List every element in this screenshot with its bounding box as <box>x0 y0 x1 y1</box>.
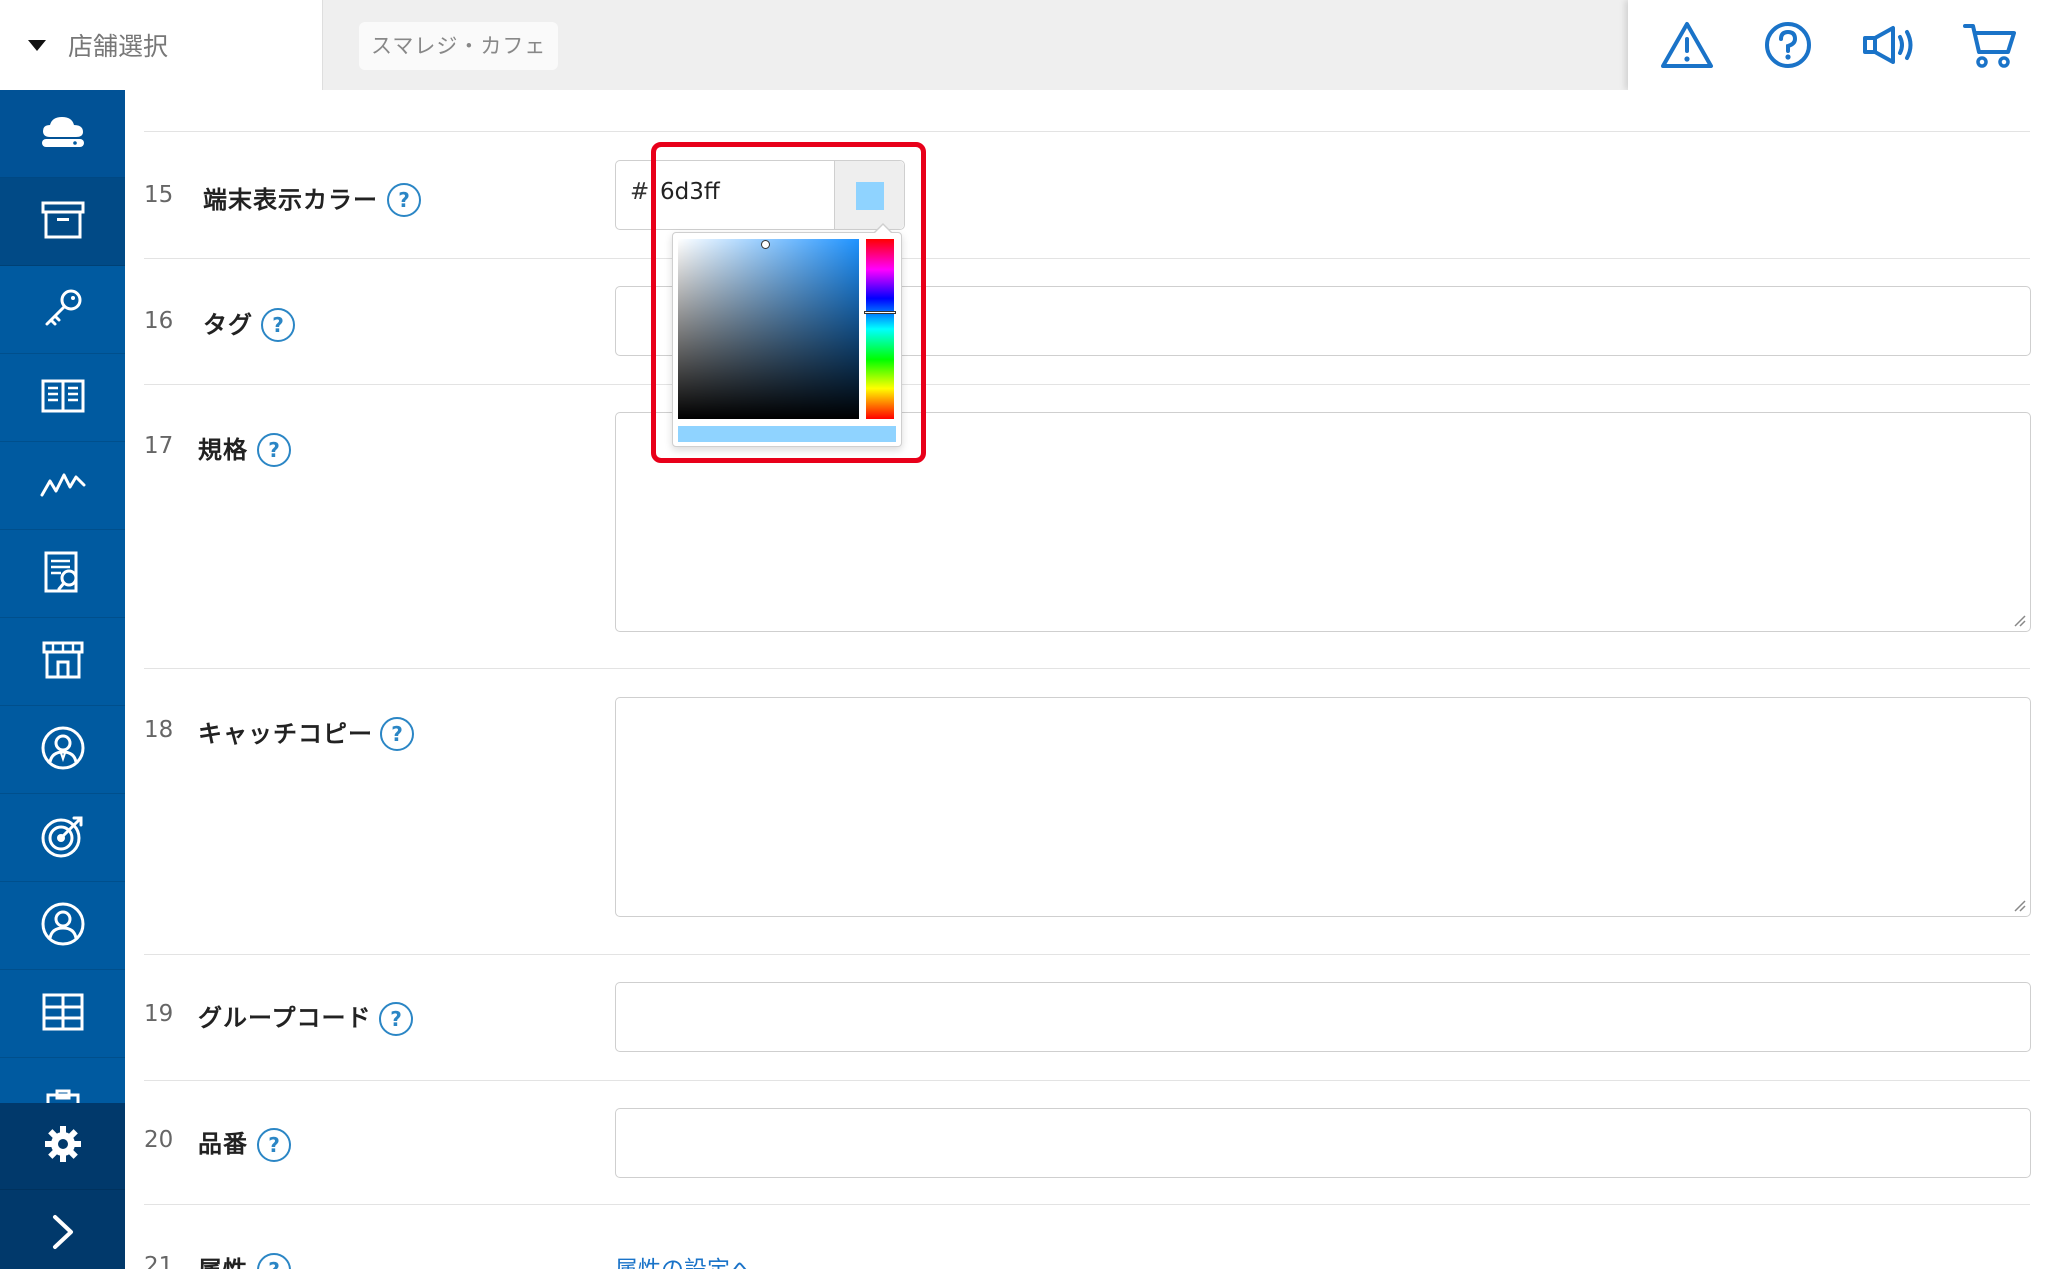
help-button-catch-copy[interactable]: ? <box>380 717 414 751</box>
hue-slider-handle[interactable] <box>864 311 896 314</box>
store-select-label: 店舗選択 <box>68 32 169 61</box>
row-number: 15 <box>144 182 174 208</box>
caret-down-icon <box>28 39 46 51</box>
sidebar-item-catalog[interactable] <box>0 354 125 442</box>
sidebar-item-reports[interactable] <box>0 530 125 618</box>
sidebar-item-home[interactable] <box>0 90 125 178</box>
sidebar-item-apps[interactable] <box>0 970 125 1058</box>
divider <box>144 668 2030 669</box>
staff-icon <box>40 725 86 775</box>
sidebar-item-settings[interactable] <box>0 1103 125 1190</box>
tenant-name: スマレジ・カフェ <box>359 22 559 70</box>
saturation-handle[interactable] <box>761 240 770 249</box>
popover-arrow-inner <box>874 225 892 234</box>
cloud-icon <box>40 115 86 153</box>
store-select-dropdown[interactable]: 店舗選択 <box>0 0 323 90</box>
item-number-input[interactable] <box>615 1108 2031 1178</box>
terminal-color-input[interactable]: 6d3ff <box>660 179 720 205</box>
field-label-terminal-color: 端末表示カラー <box>203 186 378 214</box>
divider <box>144 131 2030 132</box>
warning-icon[interactable] <box>1657 15 1717 75</box>
grid-icon <box>41 992 85 1036</box>
attribute-settings-link[interactable]: 属性の設定へ <box>615 1250 753 1269</box>
row-number: 19 <box>144 1001 174 1027</box>
color-swatch <box>856 182 884 210</box>
divider <box>144 1080 2030 1081</box>
sidebar-expand-button[interactable] <box>0 1190 125 1269</box>
sidebar-item-staff[interactable] <box>0 706 125 794</box>
hue-slider[interactable] <box>866 239 894 419</box>
archive-icon <box>41 201 85 243</box>
color-prefix: # <box>630 179 650 205</box>
help-button-attribute[interactable]: ? <box>257 1253 291 1269</box>
field-label-catch-copy: キャッチコピー <box>198 720 373 748</box>
sidebar-item-analytics[interactable] <box>0 442 125 530</box>
color-swatch-button[interactable] <box>834 161 904 229</box>
sidebar <box>0 90 125 1269</box>
resize-handle-icon[interactable] <box>2012 898 2026 912</box>
divider <box>144 258 2030 259</box>
terminal-color-input-group: # 6d3ff <box>615 160 905 230</box>
report-icon <box>43 550 83 598</box>
sidebar-item-stores[interactable] <box>0 618 125 706</box>
sidebar-item-customers[interactable] <box>0 882 125 970</box>
row-number: 17 <box>144 433 174 459</box>
row-number: 18 <box>144 717 174 743</box>
field-label-tag: タグ <box>203 311 253 339</box>
color-preview-bar <box>678 426 896 442</box>
help-icon[interactable] <box>1758 15 1818 75</box>
megaphone-icon[interactable] <box>1859 15 1919 75</box>
tenant-area: スマレジ・カフェ <box>323 0 1628 90</box>
catch-copy-textarea[interactable] <box>615 697 2031 917</box>
target-icon <box>40 813 86 863</box>
row-number: 16 <box>144 308 174 334</box>
key-icon <box>42 287 84 333</box>
field-label-spec: 規格 <box>198 436 248 464</box>
help-button-group-code[interactable]: ? <box>379 1002 413 1036</box>
resize-handle-icon[interactable] <box>2012 613 2026 627</box>
main-content: 15 端末表示カラー ? # 6d3ff 16 タグ ? 17 規格 ? 18 … <box>125 90 2048 1269</box>
store-icon <box>41 640 85 684</box>
field-label-item-number: 品番 <box>198 1130 248 1158</box>
customer-icon <box>40 901 86 951</box>
divider <box>144 1204 2030 1205</box>
help-button-terminal-color[interactable]: ? <box>387 183 421 217</box>
divider <box>144 384 2030 385</box>
sidebar-item-products[interactable] <box>0 178 125 266</box>
field-label-group-code: グループコード <box>198 1004 372 1032</box>
row-number: 21 <box>144 1253 174 1269</box>
group-code-input[interactable] <box>615 982 2031 1052</box>
top-bar: 店舗選択 スマレジ・カフェ <box>0 0 2048 90</box>
color-picker-popover <box>672 223 902 447</box>
sidebar-item-targets[interactable] <box>0 794 125 882</box>
settings-icon <box>43 1124 83 1168</box>
help-button-spec[interactable]: ? <box>257 433 291 467</box>
sidebar-item-access[interactable] <box>0 266 125 354</box>
cart-icon[interactable] <box>1960 15 2020 75</box>
chart-icon <box>40 469 86 503</box>
help-button-tag[interactable]: ? <box>261 308 295 342</box>
book-icon <box>41 378 85 418</box>
top-icon-bar <box>1628 0 2048 90</box>
divider <box>144 954 2030 955</box>
row-number: 20 <box>144 1127 174 1153</box>
chevron-right-icon <box>50 1213 76 1255</box>
field-label-attribute: 属性 <box>198 1250 248 1269</box>
saturation-field[interactable] <box>678 239 859 419</box>
help-button-item-number[interactable]: ? <box>257 1128 291 1162</box>
